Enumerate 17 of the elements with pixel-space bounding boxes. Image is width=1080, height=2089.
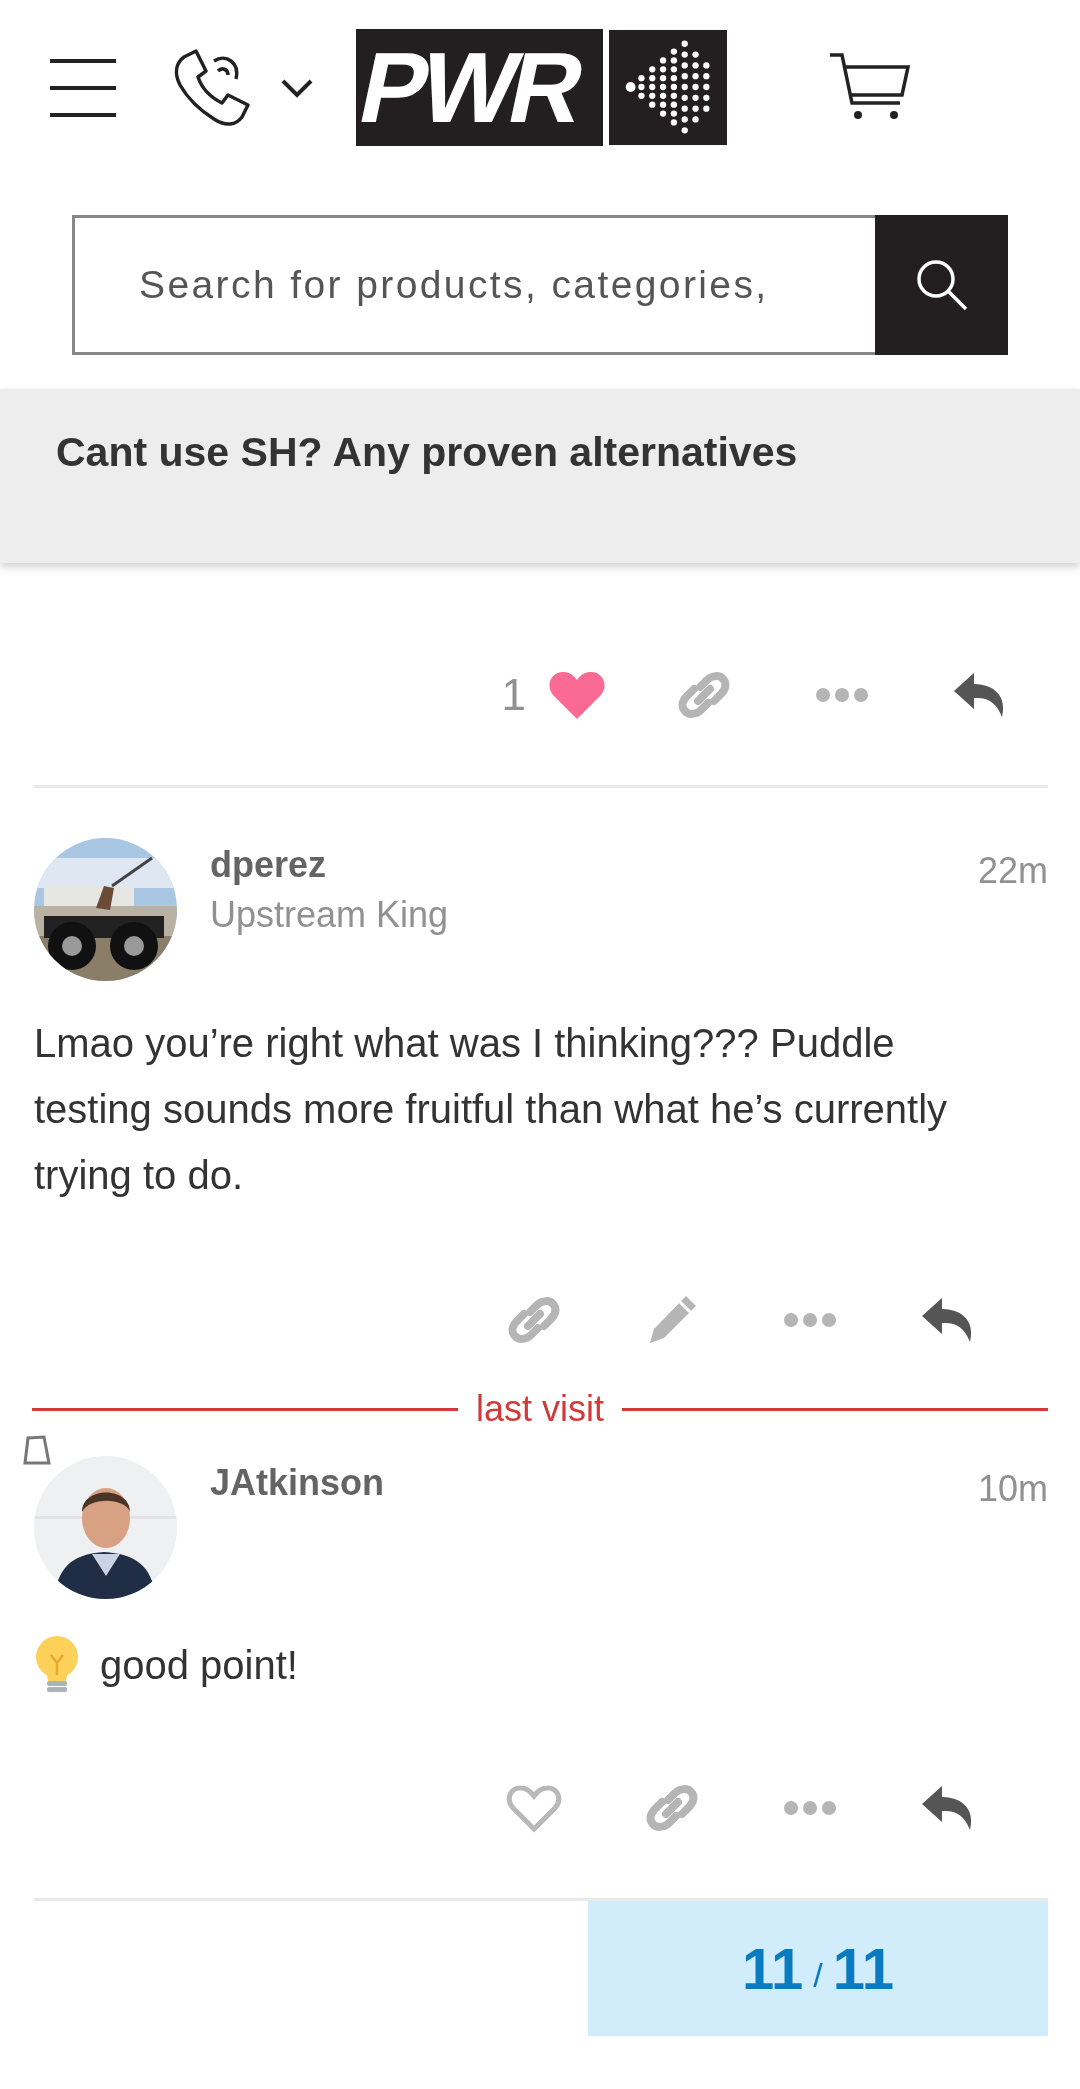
post-text: Lmao you’re right what was I thinking??? Puddle testing sounds more fruitful than what he’s currently trying to do. <box>34 1020 949 1199</box>
logo[interactable]: PWR <box>356 29 604 146</box>
more-icon <box>783 1800 837 1816</box>
last-visit-label: last visit <box>476 1388 604 1430</box>
username[interactable]: dperez <box>210 844 449 886</box>
topic-title[interactable]: Cant use SH? Any proven alternatives <box>56 429 798 476</box>
post-text: good point! <box>100 1642 299 1689</box>
menu-icon[interactable] <box>50 57 116 118</box>
more-icon <box>815 687 869 703</box>
like-button[interactable]: 1 <box>501 655 606 735</box>
search-field[interactable]: Search for products, categories, <box>72 215 875 355</box>
user-title: Upstream King <box>210 894 449 936</box>
post-time: 22m <box>977 850 1048 892</box>
post-time: 10m <box>977 1468 1048 1510</box>
search-button[interactable] <box>875 215 1008 355</box>
username[interactable]: JAtkinson <box>210 1462 385 1504</box>
more-icon <box>783 1312 837 1328</box>
